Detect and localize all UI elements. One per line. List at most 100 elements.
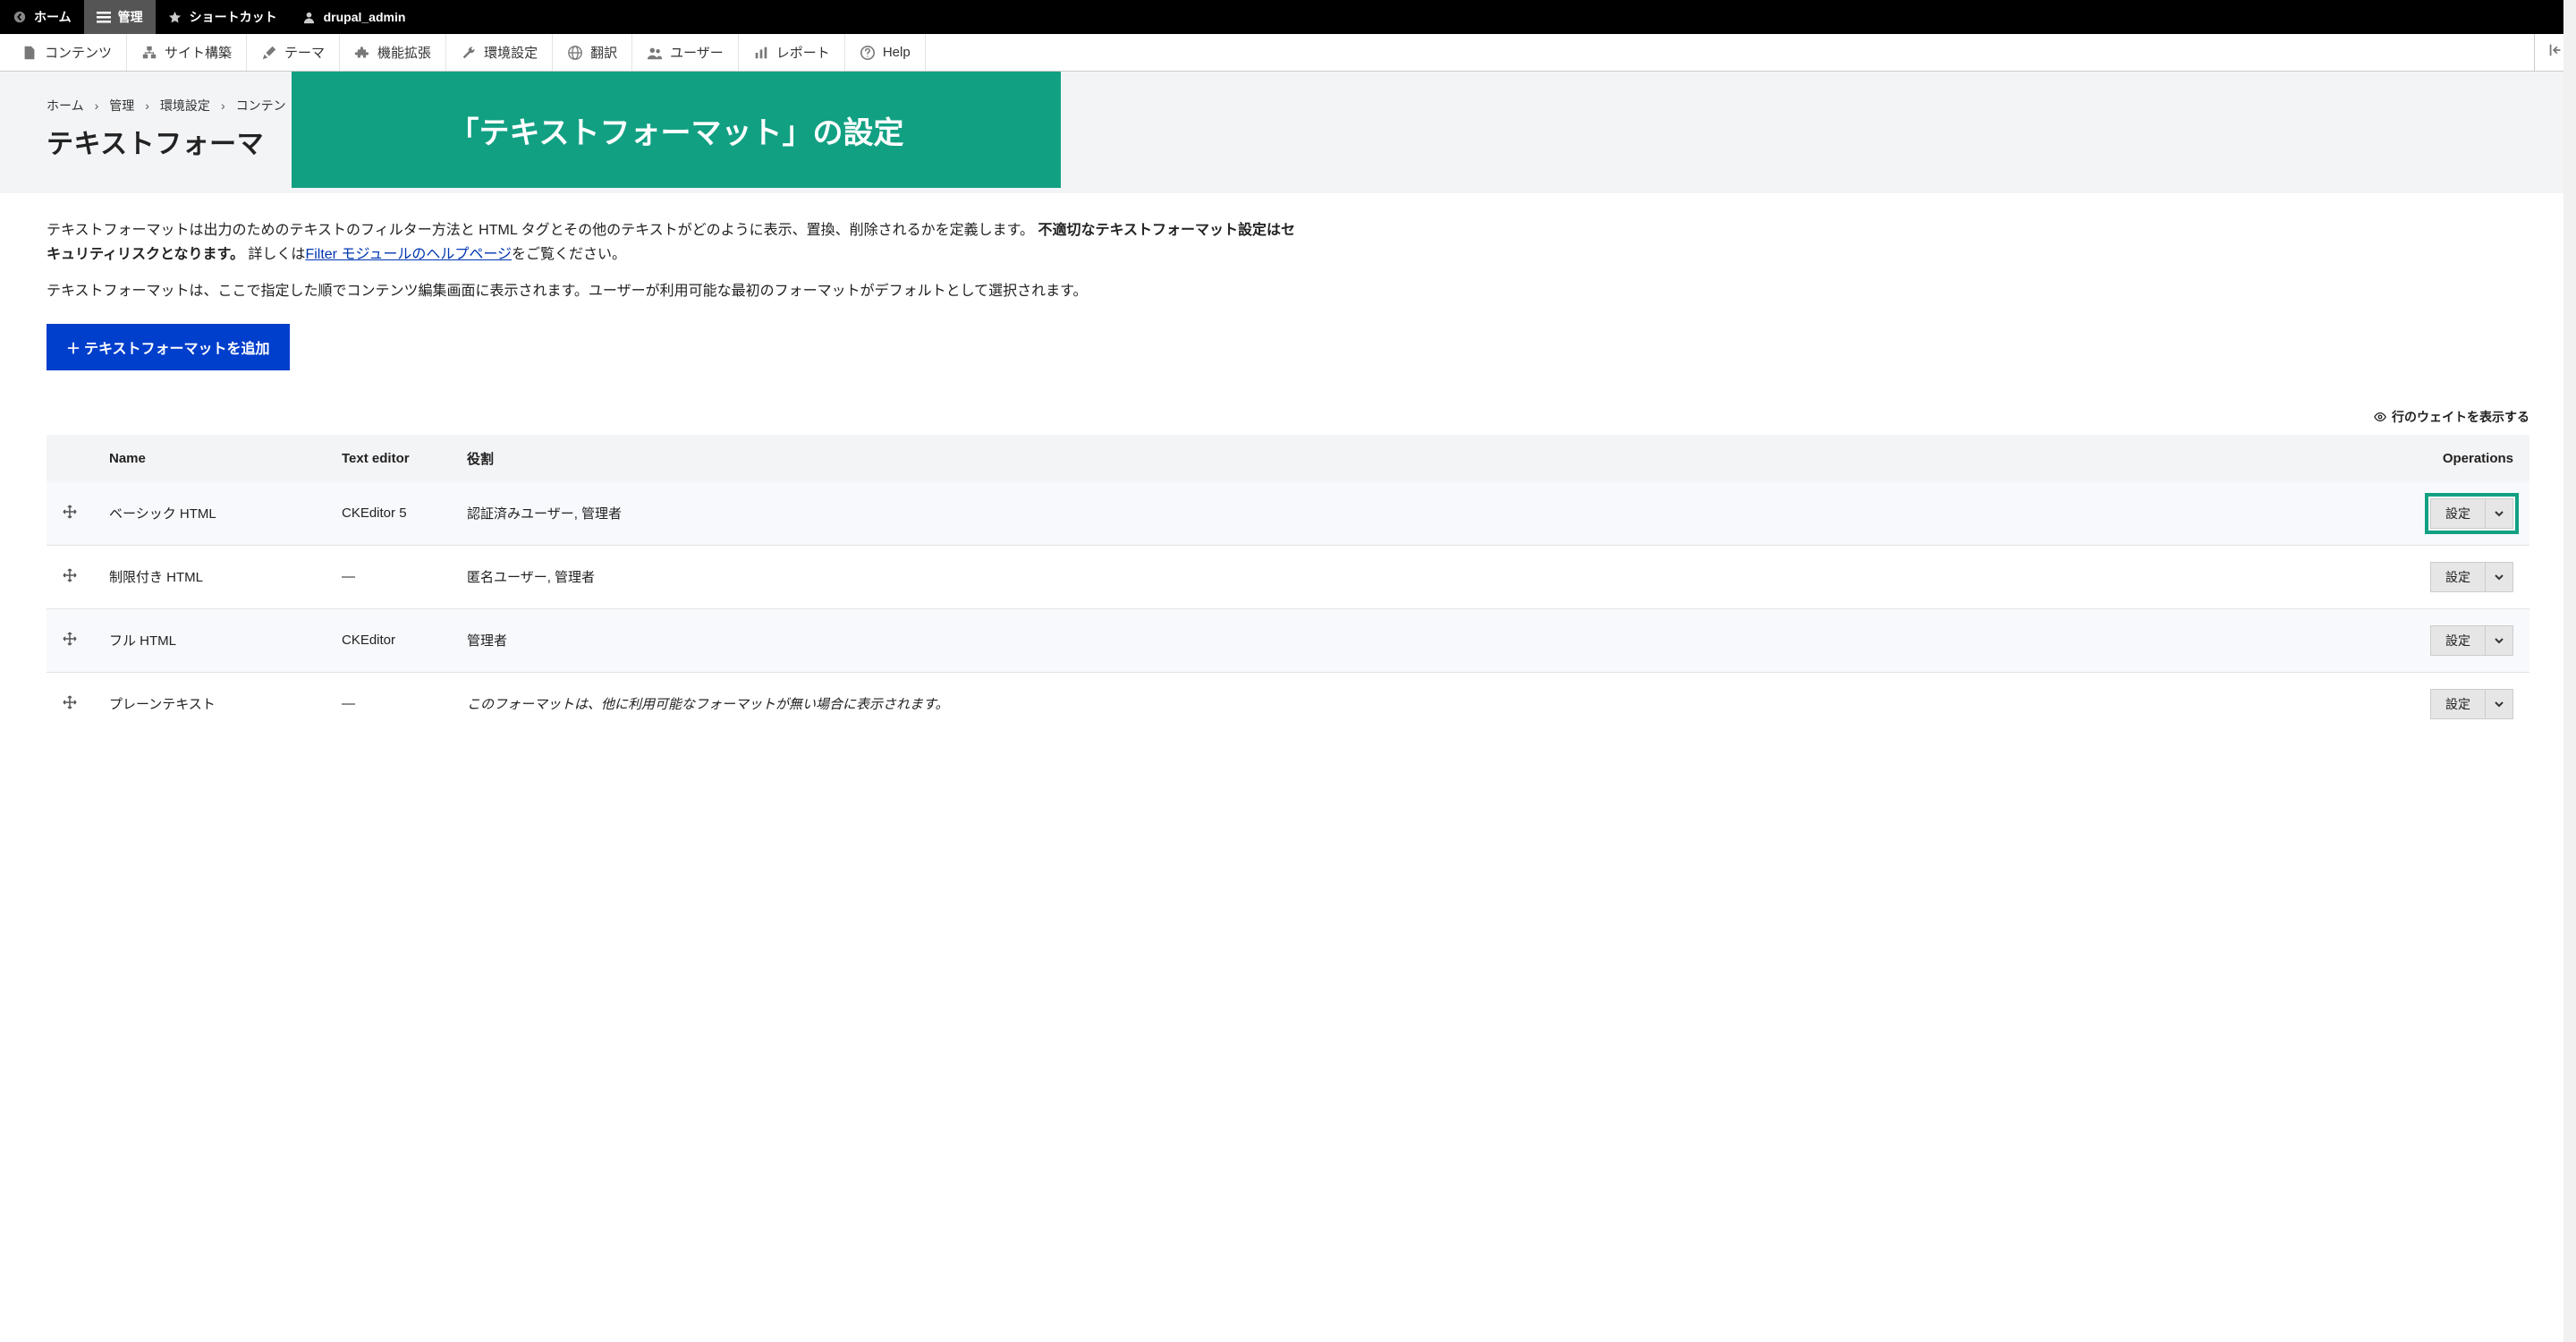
menu-translate-label: 翻訳 [590,43,617,62]
menu-help-label: Help [883,45,911,60]
drag-handle-icon[interactable] [63,632,77,646]
description-2: テキストフォーマットは、ここで指定した順でコンテンツ編集画面に表示されます。ユー… [47,279,1299,303]
menu-people[interactable]: ユーザー [632,34,739,71]
chevron-down-icon [2486,563,2512,591]
star-icon [168,10,182,24]
format-editor: CKEditor 5 [326,482,451,546]
user-icon [302,10,317,24]
help-icon [860,45,876,61]
brush-icon [261,45,277,61]
admin-menu: コンテンツ サイト構築 テーマ 機能拡張 環境設定 翻訳 ユーザー レポート H… [0,34,2576,72]
format-roles: 匿名ユーザー, 管理者 [451,545,2368,608]
format-name: 制限付き HTML [93,545,326,608]
menu-extend[interactable]: 機能拡張 [340,34,446,71]
crumb-manage[interactable]: 管理 [109,97,134,115]
filter-help-link[interactable]: Filter モジュールのヘルプページ [305,247,512,262]
drag-handle-icon[interactable] [63,695,77,709]
col-roles: 役割 [451,435,2368,482]
add-button-label: テキストフォーマットを追加 [84,342,270,357]
chevron-down-icon [2486,626,2512,655]
eye-icon [2374,411,2386,423]
format-editor: — [326,672,451,735]
overlay-banner: 「テキストフォーマット」の設定 [292,72,1061,188]
drag-handle-icon[interactable] [63,505,77,519]
format-name: ベーシック HTML [93,482,326,546]
table-head: Name Text editor 役割 Operations [47,435,2529,482]
crumb-content[interactable]: コンテン [236,97,286,115]
format-roles: 認証済みユーザー, 管理者 [451,482,2368,546]
table-area: 行のウェイトを表示する Name Text editor 役割 Operatio… [47,408,2529,735]
chart-icon [753,45,769,61]
operations-dropdown[interactable]: 設定 [2430,689,2513,719]
menu-reports[interactable]: レポート [739,34,845,71]
scrollbar[interactable] [2563,0,2576,1342]
file-icon [21,45,38,61]
menu-people-label: ユーザー [670,43,724,62]
hamburger-icon [97,10,111,24]
format-name: フル HTML [93,608,326,672]
table-row: プレーンテキスト—このフォーマットは、他に利用可能なフォーマットが無い場合に表示… [47,672,2529,735]
operations-dropdown[interactable]: 設定 [2430,625,2513,656]
topbar-manage-label: 管理 [118,8,143,26]
collapse-icon [2547,42,2563,63]
drag-handle-icon[interactable] [63,568,77,582]
topbar-manage[interactable]: 管理 [84,0,156,34]
op-label: 設定 [2431,690,2486,718]
back-icon [13,10,27,24]
topbar-shortcuts-label: ショートカット [190,8,277,26]
menu-structure-label: サイト構築 [165,43,232,62]
table-row: ベーシック HTMLCKEditor 5認証済みユーザー, 管理者 設定 [47,482,2529,546]
plus-icon: ＋ [66,342,80,357]
format-editor: — [326,545,451,608]
table-body: ベーシック HTMLCKEditor 5認証済みユーザー, 管理者設定制限付き … [47,482,2529,735]
show-weights-label: 行のウェイトを表示する [2392,408,2529,426]
menu-help[interactable]: Help [845,34,926,71]
col-operations: Operations [2368,435,2529,482]
topbar-user-label: drupal_admin [324,10,406,24]
chevron-right-icon: › [95,98,99,113]
puzzle-icon [354,45,370,61]
menu-translate[interactable]: 翻訳 [553,34,632,71]
content: テキストフォーマットは出力のためのテキストのフィルター方法と HTML タグとそ… [47,193,2529,735]
topbar-user[interactable]: drupal_admin [290,0,419,34]
topbar-shortcuts[interactable]: ショートカット [156,0,290,34]
page: ホーム › 管理 › 環境設定 › コンテン テキストフォーマ 「テキストフォー… [0,72,2576,746]
format-name: プレーンテキスト [93,672,326,735]
format-roles: このフォーマットは、他に利用可能なフォーマットが無い場合に表示されます。 [451,672,2368,735]
wrench-icon [461,45,477,61]
col-editor: Text editor [326,435,451,482]
menu-extend-label: 機能拡張 [377,43,431,62]
people-icon [647,45,663,61]
menu-structure[interactable]: サイト構築 [127,34,247,71]
table-row: 制限付き HTML—匿名ユーザー, 管理者 設定 [47,545,2529,608]
crumb-home[interactable]: ホーム [47,97,84,115]
desc1-b: 詳しくは [248,247,305,262]
page-header: ホーム › 管理 › 環境設定 › コンテン テキストフォーマ 「テキストフォー… [0,72,2576,193]
formats-table: Name Text editor 役割 Operations ベーシック HTM… [47,435,2529,735]
op-label: 設定 [2431,626,2486,655]
menu-content-label: コンテンツ [45,43,112,62]
col-name: Name [93,435,326,482]
structure-icon [141,45,157,61]
desc1-a: テキストフォーマットは出力のためのテキストのフィルター方法と HTML タグとそ… [47,223,1034,238]
show-row-weights[interactable]: 行のウェイトを表示する [47,408,2529,426]
topbar-home[interactable]: ホーム [0,0,84,34]
format-roles: 管理者 [451,608,2368,672]
table-row: フル HTMLCKEditor管理者 設定 [47,608,2529,672]
menu-appearance-label: テーマ [284,43,325,62]
add-text-format-button[interactable]: ＋ テキストフォーマットを追加 [47,324,290,370]
menu-appearance[interactable]: テーマ [247,34,340,71]
menu-config[interactable]: 環境設定 [446,34,553,71]
chevron-down-icon [2486,690,2512,718]
chevron-right-icon: › [221,98,225,113]
crumb-config[interactable]: 環境設定 [160,97,210,115]
operations-dropdown[interactable]: 設定 [2430,562,2513,592]
menu-reports-label: レポート [776,43,830,62]
globe-icon [567,45,583,61]
format-editor: CKEditor [326,608,451,672]
desc1-c: をご覧ください。 [512,247,626,262]
menu-config-label: 環境設定 [484,43,538,62]
operations-dropdown[interactable]: 設定 [2430,498,2513,529]
op-label: 設定 [2431,563,2486,591]
menu-content[interactable]: コンテンツ [7,34,127,71]
